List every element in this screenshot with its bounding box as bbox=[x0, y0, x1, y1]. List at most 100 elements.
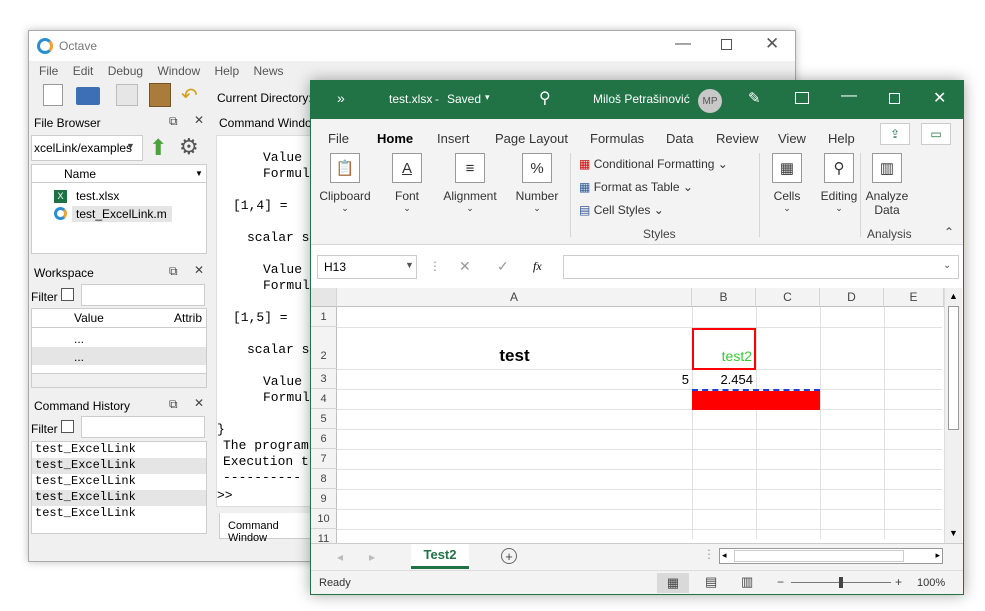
zoom-level[interactable]: 100% bbox=[917, 577, 945, 589]
column-header[interactable]: C bbox=[756, 288, 820, 307]
scroll-thumb[interactable] bbox=[948, 306, 959, 430]
copy-icon[interactable] bbox=[116, 84, 138, 106]
tab-formulas[interactable]: Formulas bbox=[590, 131, 644, 146]
pen-icon[interactable]: ✎ bbox=[748, 89, 761, 107]
maximize-icon[interactable] bbox=[721, 39, 732, 50]
tab-view[interactable]: View bbox=[778, 131, 806, 146]
row-header[interactable]: 4 bbox=[311, 389, 337, 409]
cell-a3[interactable]: 5 bbox=[337, 372, 689, 387]
column-header[interactable]: D bbox=[820, 288, 884, 307]
history-item[interactable]: test_ExcelLink bbox=[32, 474, 206, 490]
scroll-thumb[interactable] bbox=[734, 550, 904, 562]
workspace-row[interactable]: ... bbox=[74, 332, 84, 346]
row-header[interactable]: 2 bbox=[311, 327, 337, 369]
add-sheet-icon[interactable]: + bbox=[501, 548, 517, 564]
analyze-data-button[interactable]: ▥ Analyze Data bbox=[863, 153, 911, 217]
chevron-down-icon[interactable]: ▼ bbox=[405, 260, 414, 270]
cell-styles-button[interactable]: ▤ Cell Styles ⌄ bbox=[579, 199, 728, 222]
cancel-icon[interactable]: ✕ bbox=[459, 258, 471, 275]
cells-button[interactable]: ▦ Cells ⌄ bbox=[759, 153, 815, 214]
row-header[interactable]: 9 bbox=[311, 489, 337, 509]
tab-review[interactable]: Review bbox=[716, 131, 759, 146]
row-header[interactable]: 5 bbox=[311, 409, 337, 429]
vertical-scrollbar[interactable]: ▲ ▼ bbox=[944, 288, 962, 543]
column-header[interactable]: E bbox=[884, 288, 944, 307]
scroll-up-icon[interactable]: ▲ bbox=[949, 291, 958, 301]
horizontal-scrollbar[interactable]: ◂ ▸ bbox=[719, 548, 943, 564]
zoom-slider-thumb[interactable] bbox=[839, 577, 843, 588]
undock-icon[interactable]: ⧉ bbox=[169, 114, 178, 129]
row-header[interactable]: 3 bbox=[311, 369, 337, 389]
insert-function-icon[interactable]: fx bbox=[533, 259, 542, 274]
cell-b3[interactable]: 2.454 bbox=[692, 372, 753, 387]
avatar[interactable]: MP bbox=[698, 89, 722, 113]
row-header[interactable]: 11 bbox=[311, 529, 337, 543]
row-header[interactable]: 7 bbox=[311, 449, 337, 469]
horizontal-scrollbar[interactable] bbox=[32, 373, 206, 387]
chevron-down-icon[interactable]: ▼ bbox=[126, 141, 135, 151]
cell-a2[interactable]: test bbox=[337, 346, 692, 366]
history-item[interactable]: test_ExcelLink bbox=[32, 458, 206, 474]
open-folder-icon[interactable] bbox=[76, 87, 100, 105]
user-name[interactable]: Miloš Petrašinović bbox=[593, 92, 690, 106]
name-column-header[interactable]: Name bbox=[32, 165, 206, 183]
number-button[interactable]: % Number ⌄ bbox=[511, 153, 563, 214]
editing-button[interactable]: ⚲ Editing ⌄ bbox=[811, 153, 867, 214]
tab-page-layout[interactable]: Page Layout bbox=[495, 131, 568, 146]
tab-file[interactable]: File bbox=[328, 131, 349, 146]
page-break-view-icon[interactable]: ▥ bbox=[741, 574, 753, 590]
history-item[interactable]: test_ExcelLink bbox=[32, 506, 206, 522]
history-item[interactable]: test_ExcelLink bbox=[32, 442, 206, 458]
tab-insert[interactable]: Insert bbox=[437, 131, 470, 146]
cell-b2[interactable]: test2 bbox=[692, 328, 756, 370]
select-all-corner[interactable] bbox=[311, 288, 337, 307]
tab-help[interactable]: Help bbox=[828, 131, 855, 146]
column-header[interactable]: Attrib bbox=[174, 311, 202, 325]
menu-file[interactable]: File bbox=[39, 64, 58, 78]
conditional-formatting-button[interactable]: ▦ Conditional Formatting ⌄ bbox=[579, 153, 728, 176]
undock-icon[interactable]: ⧉ bbox=[169, 264, 178, 279]
panel-close-icon[interactable]: ✕ bbox=[194, 113, 204, 127]
expand-formula-icon[interactable]: ⌄ bbox=[943, 260, 951, 271]
save-status[interactable]: Saved bbox=[447, 92, 481, 106]
up-directory-icon[interactable]: ⬆ bbox=[149, 135, 167, 161]
search-icon[interactable]: ⚲ bbox=[539, 88, 551, 108]
column-header[interactable]: A bbox=[337, 288, 692, 307]
zoom-out-icon[interactable]: − bbox=[777, 575, 784, 589]
column-header[interactable]: B bbox=[692, 288, 756, 307]
command-window[interactable]: Value Formul [1,4] = scalar s Value Form… bbox=[216, 135, 316, 507]
panel-close-icon[interactable]: ✕ bbox=[194, 263, 204, 277]
filter-combo[interactable] bbox=[81, 284, 205, 306]
scroll-left-icon[interactable]: ◂ bbox=[722, 550, 727, 561]
settings-gear-icon[interactable]: ⚙ bbox=[179, 134, 199, 160]
sheet-tab-test2[interactable]: Test2 bbox=[411, 544, 469, 569]
menu-news[interactable]: News bbox=[254, 64, 284, 78]
menu-help[interactable]: Help bbox=[214, 64, 239, 78]
normal-view-icon[interactable]: ▦ bbox=[657, 573, 689, 593]
file-item[interactable]: test.xlsx bbox=[76, 189, 119, 203]
minimize-icon[interactable]: — bbox=[675, 35, 691, 53]
collapse-ribbon-icon[interactable]: ⌃ bbox=[944, 225, 954, 239]
scroll-down-icon[interactable]: ▼ bbox=[949, 528, 958, 538]
workspace-row[interactable]: ... bbox=[74, 350, 84, 364]
menu-edit[interactable]: Edit bbox=[73, 64, 94, 78]
filter-checkbox[interactable] bbox=[61, 420, 74, 433]
scroll-right-icon[interactable]: ▸ bbox=[935, 550, 940, 561]
row-header[interactable]: 6 bbox=[311, 429, 337, 449]
history-item[interactable]: test_ExcelLink bbox=[32, 490, 206, 506]
new-file-icon[interactable] bbox=[43, 84, 63, 106]
filter-checkbox[interactable] bbox=[61, 288, 74, 301]
clipboard-button[interactable]: 📋 Clipboard ⌄ bbox=[317, 153, 373, 214]
format-as-table-button[interactable]: ▦ Format as Table ⌄ bbox=[579, 176, 728, 199]
quick-access-overflow[interactable]: » bbox=[337, 90, 345, 106]
page-layout-view-icon[interactable]: ▤ bbox=[705, 574, 717, 590]
drag-handle-icon[interactable]: ⋮ bbox=[703, 547, 715, 561]
undo-icon[interactable]: ↶ bbox=[181, 83, 198, 108]
paste-icon[interactable] bbox=[149, 83, 171, 107]
tab-command-window[interactable]: Command Window bbox=[219, 513, 317, 544]
filter-combo[interactable] bbox=[81, 416, 205, 438]
file-item[interactable]: test_ExcelLink.m bbox=[76, 207, 167, 221]
row-header[interactable]: 1 bbox=[311, 307, 337, 327]
drag-handle-icon[interactable]: ⋮ bbox=[429, 259, 441, 273]
formula-input[interactable] bbox=[563, 255, 959, 279]
